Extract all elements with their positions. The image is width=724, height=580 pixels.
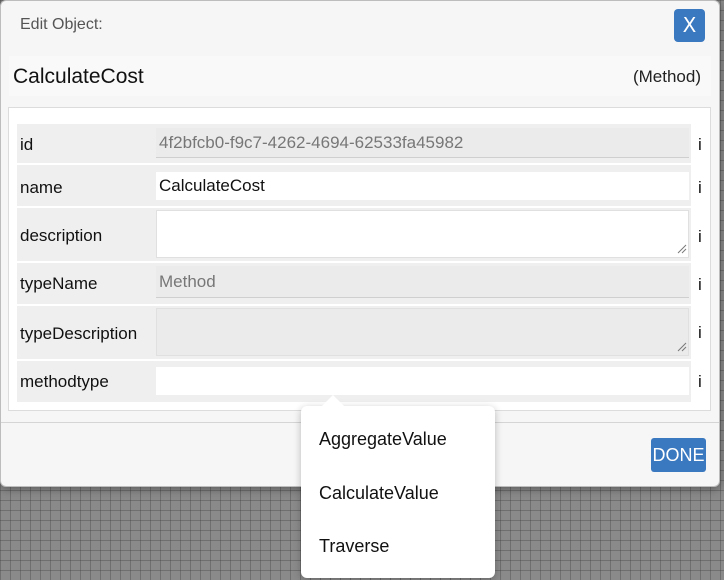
resize-grip-icon[interactable]	[677, 244, 687, 254]
typedescription-textarea	[156, 308, 689, 356]
info-icon-name[interactable]: i	[698, 178, 702, 198]
property-row-name: name CalculateCost	[17, 165, 691, 207]
object-header: CalculateCost (Method)	[9, 56, 711, 96]
methodtype-select[interactable]	[156, 367, 689, 395]
done-button[interactable]: DONE	[651, 438, 706, 472]
info-icon-typedescription[interactable]: i	[698, 323, 702, 343]
property-label-name: name	[20, 178, 63, 197]
info-icon-id[interactable]: i	[698, 135, 702, 155]
property-label-methodtype: methodtype	[20, 372, 109, 391]
property-label-description: description	[20, 226, 103, 245]
resize-grip-icon[interactable]	[677, 342, 687, 352]
dropdown-caret	[321, 395, 345, 407]
property-label-typename: typeName	[20, 274, 98, 293]
info-icon-methodtype[interactable]: i	[698, 372, 702, 392]
info-icon-typename[interactable]: i	[698, 275, 702, 295]
object-name: CalculateCost	[13, 65, 144, 88]
methodtype-dropdown: AggregateValue CalculateValue Traverse	[301, 395, 495, 578]
dialog-title: Edit Object:	[20, 16, 103, 33]
property-label-id: id	[20, 135, 34, 154]
property-row-methodtype: methodtype	[17, 361, 691, 403]
dropdown-option-traverse[interactable]: Traverse	[319, 536, 389, 557]
dropdown-option-aggregatevalue[interactable]: AggregateValue	[319, 429, 447, 450]
properties-form: id 4f2bfcb0-f9c7-4262-4694-62533fa45982 …	[8, 107, 711, 411]
object-type: (Method)	[632, 67, 701, 86]
property-label-typedescription: typeDescription	[20, 324, 138, 343]
property-row-typedescription: typeDescription	[17, 306, 691, 360]
typename-field: Method	[156, 266, 689, 298]
description-textarea[interactable]	[156, 210, 689, 258]
property-row-id: id 4f2bfcb0-f9c7-4262-4694-62533fa45982	[17, 124, 691, 164]
name-field[interactable]: CalculateCost	[156, 172, 689, 200]
info-icon-description[interactable]: i	[698, 227, 702, 247]
dropdown-option-calculatevalue[interactable]: CalculateValue	[319, 483, 439, 504]
property-row-typename: typeName Method	[17, 263, 691, 305]
close-button[interactable]: X	[674, 9, 705, 42]
id-field: 4f2bfcb0-f9c7-4262-4694-62533fa45982	[156, 128, 689, 158]
property-row-description: description	[17, 208, 691, 262]
